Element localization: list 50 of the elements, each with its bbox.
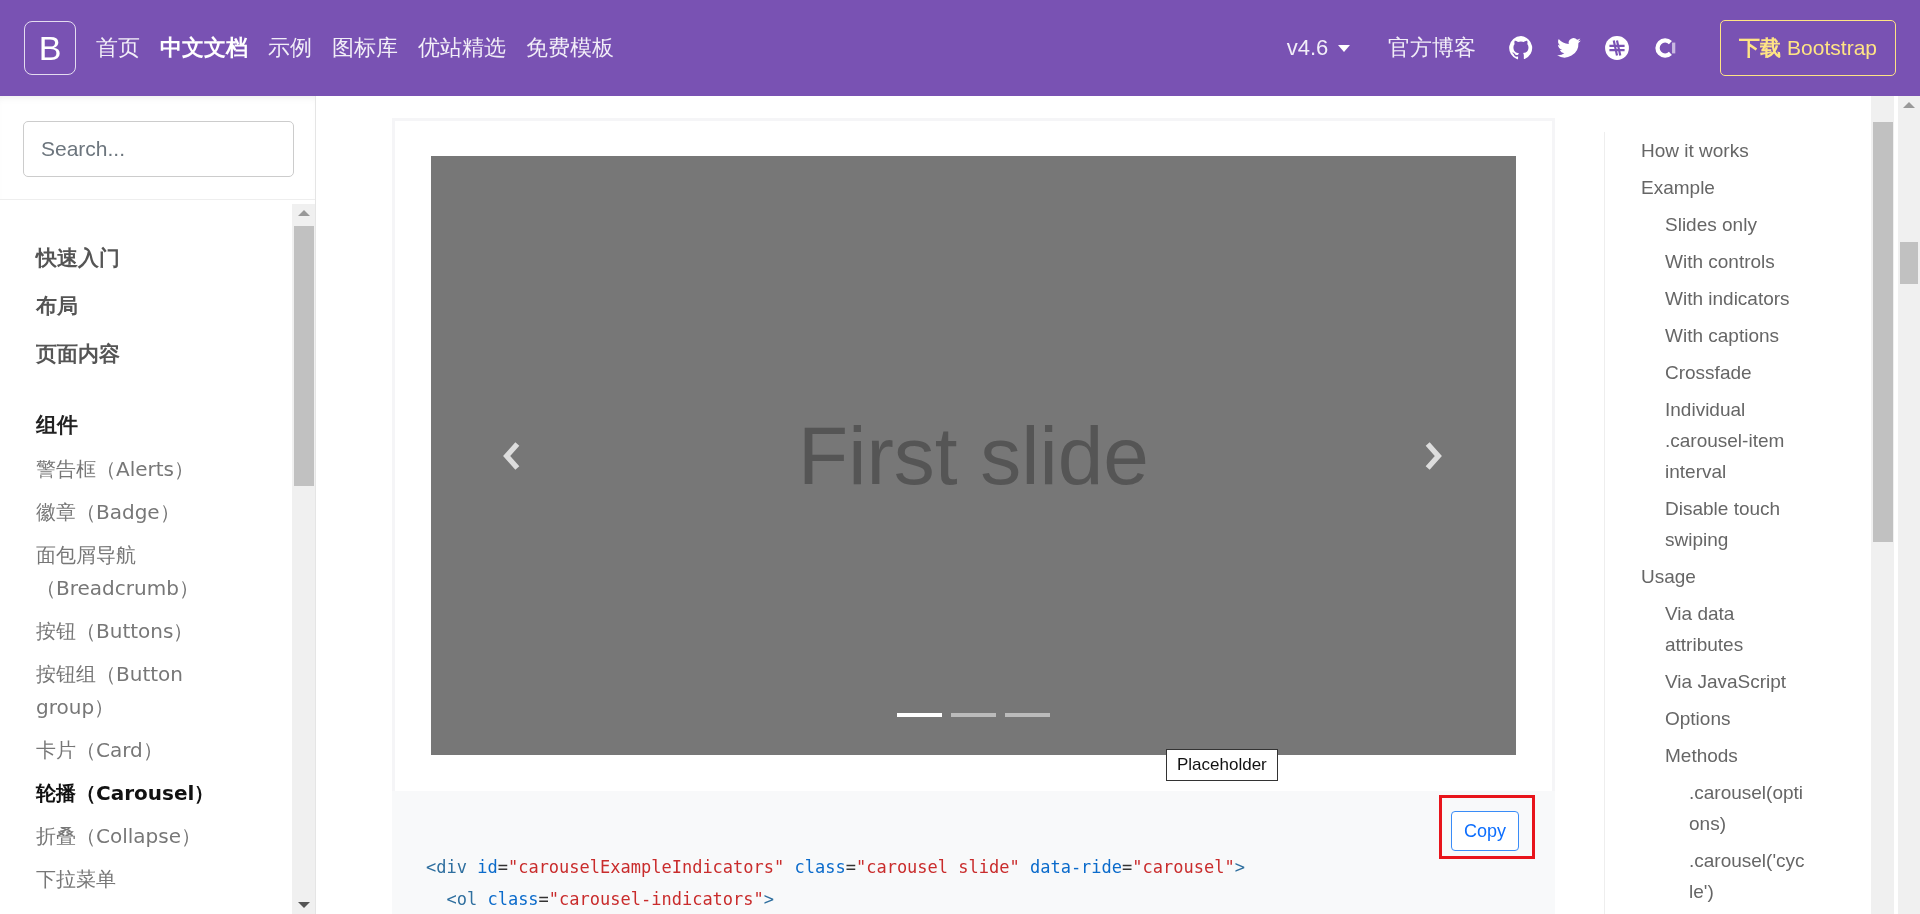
toc-link[interactable]: Slides only <box>1641 206 1807 243</box>
toc-link[interactable]: Individual .carousel-item interval <box>1641 391 1807 490</box>
slack-icon[interactable] <box>1604 35 1631 61</box>
toc-link[interactable]: Via data attributes <box>1641 595 1807 663</box>
search-field[interactable]: Search... <box>23 121 294 177</box>
version-dropdown[interactable]: v4.6 <box>1276 27 1361 69</box>
code-line: <ol class="carousel-indicators"> <box>445 888 776 911</box>
toc-link[interactable]: How it works <box>1641 132 1807 169</box>
sidebar-section[interactable]: 布局 <box>36 282 282 330</box>
toc-link[interactable]: With controls <box>1641 243 1807 280</box>
sidebar-link[interactable]: 按钮（Buttons） <box>36 610 236 653</box>
github-icon[interactable] <box>1508 35 1535 61</box>
blog-link[interactable]: 官方博客 <box>1378 25 1487 71</box>
sidebar-link[interactable]: 轮播（Carousel） <box>36 772 236 815</box>
tooltip: Placeholder <box>1166 749 1278 781</box>
nav-link[interactable]: 示例 <box>258 25 322 71</box>
sidebar-link[interactable]: 面包屑导航（Breadcrumb） <box>36 534 236 610</box>
sidebar-heading[interactable]: 组件 <box>36 402 282 448</box>
toc-link[interactable]: Options <box>1641 700 1807 737</box>
sidebar-link[interactable]: 徽章（Badge） <box>36 491 236 534</box>
toc-link[interactable]: With captions <box>1641 317 1807 354</box>
sidebar-section[interactable]: 页面内容 <box>36 330 282 378</box>
sidebar-link[interactable]: 折叠（Collapse） <box>36 815 236 858</box>
sidebar-section[interactable]: 快速入门 <box>36 234 282 282</box>
twitter-icon[interactable] <box>1556 35 1583 61</box>
nav-link[interactable]: 图标库 <box>322 25 408 71</box>
sidebar-link[interactable]: 警告框（Alerts） <box>36 448 236 491</box>
code-line: <div id="carouselExampleIndicators" class="carousel slide" data-ride="carousel"> <box>426 856 1246 879</box>
nav-link[interactable]: 优站精选 <box>408 25 516 71</box>
copy-button[interactable]: Copy <box>1450 811 1519 851</box>
toc-link[interactable]: Crossfade <box>1641 354 1807 391</box>
scrollbar[interactable] <box>292 204 315 914</box>
sidebar-link[interactable]: 按钮组（Button group） <box>36 653 236 729</box>
toc-link[interactable]: Via JavaScript <box>1641 663 1807 700</box>
toc-link[interactable]: Usage <box>1641 558 1807 595</box>
toc-link[interactable]: Methods <box>1641 737 1807 774</box>
sidebar-link[interactable]: 卡片（Card） <box>36 729 236 772</box>
toc-link[interactable]: Disable touch swiping <box>1641 490 1807 558</box>
nav-link[interactable]: 中文文档 <box>150 25 258 71</box>
nav-link[interactable]: 免费模板 <box>516 25 624 71</box>
page-scrollbar[interactable] <box>1898 96 1920 914</box>
nav-link[interactable]: 首页 <box>86 25 150 71</box>
download-button[interactable]: 下载 Bootstrap <box>1720 20 1896 76</box>
toc-link[interactable]: .carousel(options) <box>1641 774 1807 842</box>
sidebar-link[interactable]: 下拉菜单 <box>36 858 236 901</box>
toc-link[interactable]: .carousel('cycle') <box>1641 842 1807 910</box>
logo[interactable]: B <box>24 21 76 75</box>
toc-link[interactable]: Example <box>1641 169 1807 206</box>
toc-link[interactable]: With indicators <box>1641 280 1807 317</box>
scrollbar[interactable] <box>1871 96 1894 914</box>
